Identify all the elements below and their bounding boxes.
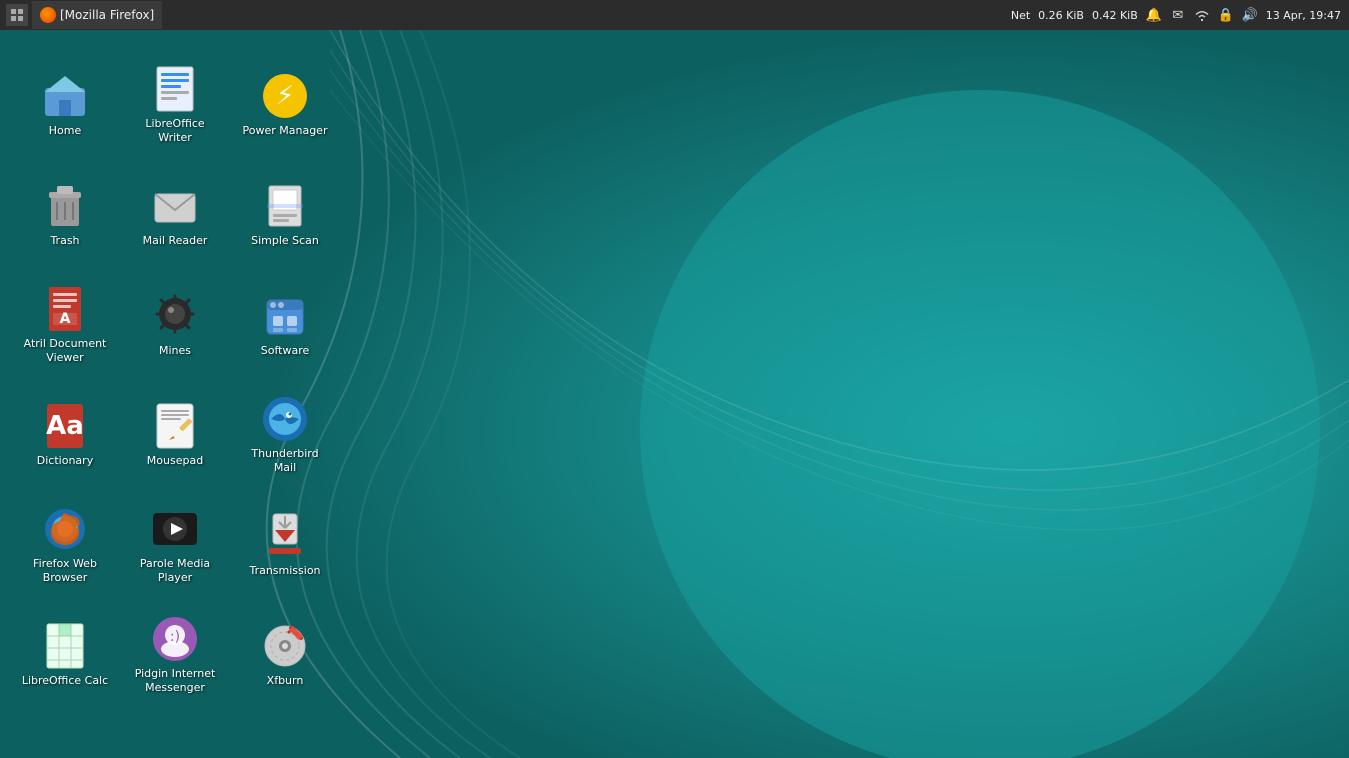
firefox-label: Firefox WebBrowser xyxy=(33,557,97,586)
software-label: Software xyxy=(261,344,310,358)
icon-software[interactable]: Software xyxy=(230,270,340,380)
datetime: 13 Apr, 19:47 xyxy=(1266,9,1341,22)
icon-libreoffice-calc[interactable]: LibreOffice Calc xyxy=(10,600,120,710)
thunderbird-label: ThunderbirdMail xyxy=(251,447,318,476)
calc-icon-img xyxy=(41,622,89,670)
dict-icon-img: Aa xyxy=(41,402,89,450)
wifi-icon[interactable] xyxy=(1194,7,1210,23)
thunderbird-icon-img xyxy=(261,395,309,443)
simple-scan-label: Simple Scan xyxy=(251,234,319,248)
mines-icon-img xyxy=(151,292,199,340)
power-manager-label: Power Manager xyxy=(243,124,328,138)
net-label: Net xyxy=(1011,9,1030,22)
trash-icon-img xyxy=(41,182,89,230)
svg-text:⚡: ⚡ xyxy=(276,81,294,111)
lock-icon[interactable]: 🔒 xyxy=(1218,7,1234,23)
trash-label: Trash xyxy=(50,234,79,248)
dictionary-label: Dictionary xyxy=(37,454,93,468)
taskbar: [Mozilla Firefox] Net 0.26 KiB 0.42 KiB … xyxy=(0,0,1349,30)
desktop-icons-grid: Home LibreOfficeWriter ⚡ xyxy=(10,50,340,758)
icon-home[interactable]: Home xyxy=(10,50,120,160)
mail-icon-img xyxy=(151,182,199,230)
icon-dictionary[interactable]: Aa Dictionary xyxy=(10,380,120,490)
icon-mail-reader[interactable]: Mail Reader xyxy=(120,160,230,270)
transmission-label: Transmission xyxy=(249,564,320,578)
calc-label: LibreOffice Calc xyxy=(22,674,108,688)
icon-power-manager[interactable]: ⚡ Power Manager xyxy=(230,50,340,160)
icon-firefox[interactable]: Firefox WebBrowser xyxy=(10,490,120,600)
mail-reader-label: Mail Reader xyxy=(143,234,208,248)
mousepad-icon-img xyxy=(151,402,199,450)
svg-text:A: A xyxy=(60,311,71,327)
icon-mousepad[interactable]: Mousepad xyxy=(120,380,230,490)
writer-icon-img xyxy=(151,65,199,113)
desktop: Home LibreOfficeWriter ⚡ xyxy=(0,30,1349,758)
icon-xfburn[interactable]: Xfburn xyxy=(230,600,340,710)
net-down: 0.26 KiB xyxy=(1038,9,1084,22)
icon-trash[interactable]: Trash xyxy=(10,160,120,270)
pidgin-icon-img: :) xyxy=(151,615,199,663)
xfburn-label: Xfburn xyxy=(267,674,304,688)
mousepad-label: Mousepad xyxy=(147,454,203,468)
apps-button[interactable] xyxy=(6,4,28,26)
mines-label: Mines xyxy=(159,344,191,358)
icon-libreoffice-writer[interactable]: LibreOfficeWriter xyxy=(120,50,230,160)
firefox-taskbar-item[interactable]: [Mozilla Firefox] xyxy=(32,1,162,29)
firefox-icon-img xyxy=(41,505,89,553)
mail-icon[interactable]: ✉ xyxy=(1170,7,1186,23)
parole-label: Parole MediaPlayer xyxy=(140,557,210,586)
atril-icon-img: A xyxy=(41,285,89,333)
power-icon-img: ⚡ xyxy=(261,72,309,120)
icon-pidgin[interactable]: :) Pidgin InternetMessenger xyxy=(120,600,230,710)
atril-label: Atril DocumentViewer xyxy=(24,337,107,366)
parole-icon-img xyxy=(151,505,199,553)
svg-text::): :) xyxy=(170,629,180,645)
home-icon-img xyxy=(41,72,89,120)
taskbar-right: Net 0.26 KiB 0.42 KiB 🔔 ✉ 🔒 🔊 13 Apr, 19… xyxy=(1003,7,1349,23)
notification-icon[interactable]: 🔔 xyxy=(1146,7,1162,23)
icon-simple-scan[interactable]: Simple Scan xyxy=(230,160,340,270)
firefox-taskbar-icon xyxy=(40,7,56,23)
pidgin-label: Pidgin InternetMessenger xyxy=(135,667,216,696)
icon-thunderbird[interactable]: ThunderbirdMail xyxy=(230,380,340,490)
transmission-icon-img xyxy=(261,512,309,560)
svg-text:Aa: Aa xyxy=(46,411,84,441)
writer-label: LibreOfficeWriter xyxy=(145,117,204,146)
home-label: Home xyxy=(49,124,81,138)
icon-atril[interactable]: A Atril DocumentViewer xyxy=(10,270,120,380)
icon-transmission[interactable]: Transmission xyxy=(230,490,340,600)
software-icon-img xyxy=(261,292,309,340)
xfburn-icon-img xyxy=(261,622,309,670)
net-up: 0.42 KiB xyxy=(1092,9,1138,22)
icon-mines[interactable]: Mines xyxy=(120,270,230,380)
icon-parole[interactable]: Parole MediaPlayer xyxy=(120,490,230,600)
firefox-taskbar-label: [Mozilla Firefox] xyxy=(60,8,154,22)
volume-icon[interactable]: 🔊 xyxy=(1242,7,1258,23)
scan-icon-img xyxy=(261,182,309,230)
taskbar-left: [Mozilla Firefox] xyxy=(0,1,168,29)
